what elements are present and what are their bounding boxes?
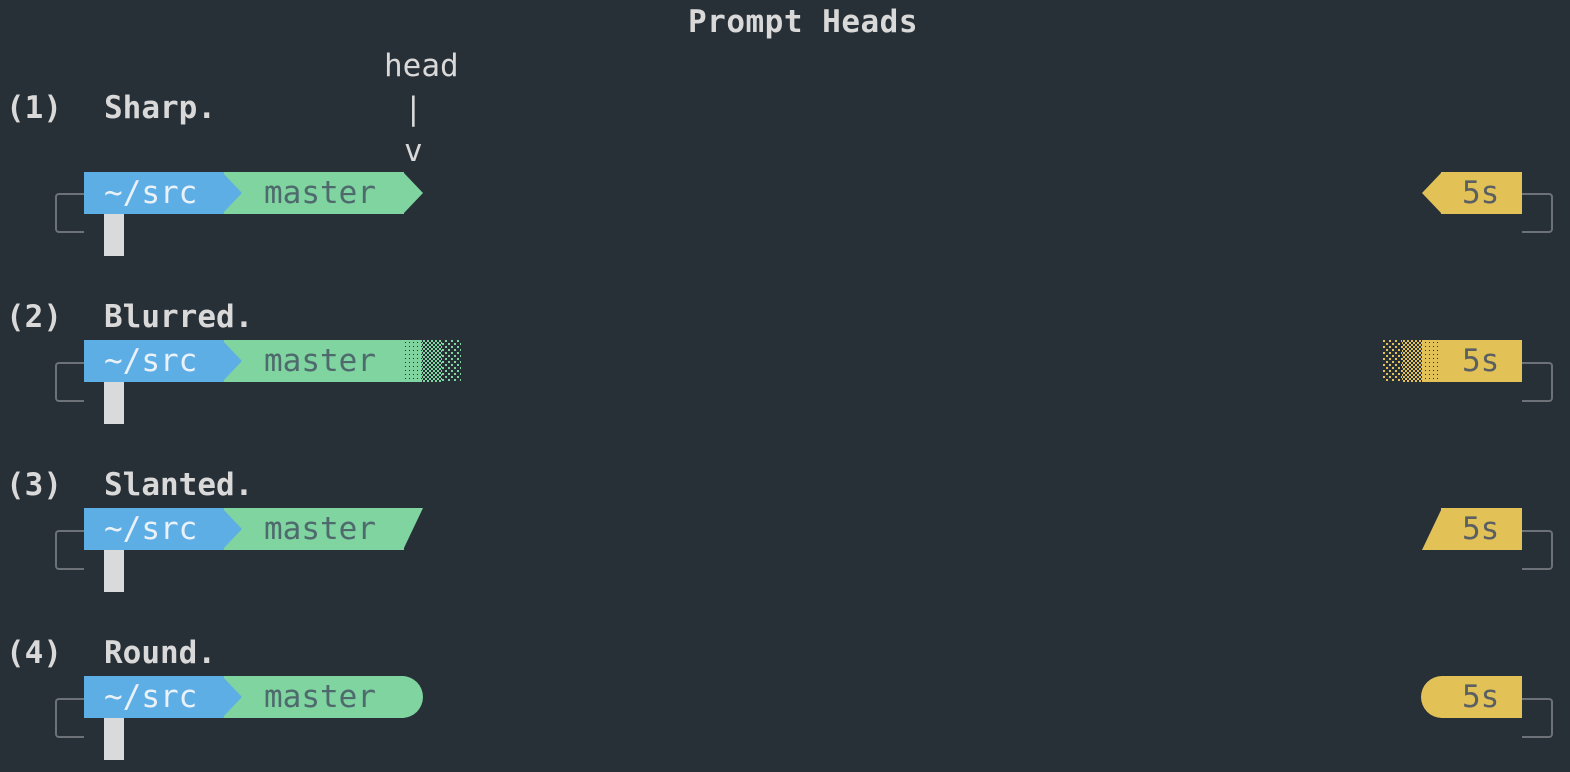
dir-separator xyxy=(222,508,242,550)
sharp-head-icon xyxy=(403,172,423,214)
prompt-frame-left xyxy=(55,193,84,233)
prompt-frame-right xyxy=(1522,530,1553,570)
prompt-frame-left xyxy=(55,530,84,570)
example-number: (3) xyxy=(6,467,62,503)
slanted-head-icon xyxy=(403,508,423,550)
dir-label: ~/src xyxy=(104,511,198,547)
example-name: Blurred. xyxy=(104,299,254,335)
prompt-frame-right xyxy=(1522,362,1553,402)
prompt-frame-left xyxy=(55,698,84,738)
time-label: 5s xyxy=(1462,679,1500,715)
example-name: Round. xyxy=(104,635,216,671)
dir-separator xyxy=(222,676,242,718)
cursor xyxy=(104,550,124,592)
branch-label: master xyxy=(264,343,376,379)
branch-label: master xyxy=(264,679,376,715)
branch-label: master xyxy=(264,175,376,211)
blurred-head-icon xyxy=(403,340,461,382)
round-tail-icon xyxy=(1421,676,1442,718)
page-title: Prompt Heads xyxy=(688,4,918,40)
time-label: 5s xyxy=(1462,175,1500,211)
example-number: (4) xyxy=(6,635,62,671)
example-number: (1) xyxy=(6,90,62,126)
dir-label: ~/src xyxy=(104,175,198,211)
cursor xyxy=(104,214,124,256)
prompt-frame-right xyxy=(1522,193,1553,233)
head-annotation-arrow: v xyxy=(404,133,423,169)
slanted-tail-icon xyxy=(1422,508,1442,550)
sharp-tail-icon xyxy=(1422,172,1442,214)
example-name: Sharp. xyxy=(104,90,216,126)
example-number: (2) xyxy=(6,299,62,335)
head-annotation-label: head xyxy=(384,48,459,84)
branch-label: master xyxy=(264,511,376,547)
cursor xyxy=(104,718,124,760)
prompt-frame-left xyxy=(55,362,84,402)
dir-label: ~/src xyxy=(104,343,198,379)
round-head-icon xyxy=(402,676,423,718)
dir-separator xyxy=(222,172,242,214)
dir-label: ~/src xyxy=(104,679,198,715)
time-label: 5s xyxy=(1462,511,1500,547)
cursor xyxy=(104,382,124,424)
head-annotation-bar: | xyxy=(404,91,423,127)
prompt-frame-right xyxy=(1522,698,1553,738)
example-name: Slanted. xyxy=(104,467,254,503)
time-label: 5s xyxy=(1462,343,1500,379)
blurred-tail-icon xyxy=(1383,340,1441,382)
dir-separator xyxy=(222,340,242,382)
